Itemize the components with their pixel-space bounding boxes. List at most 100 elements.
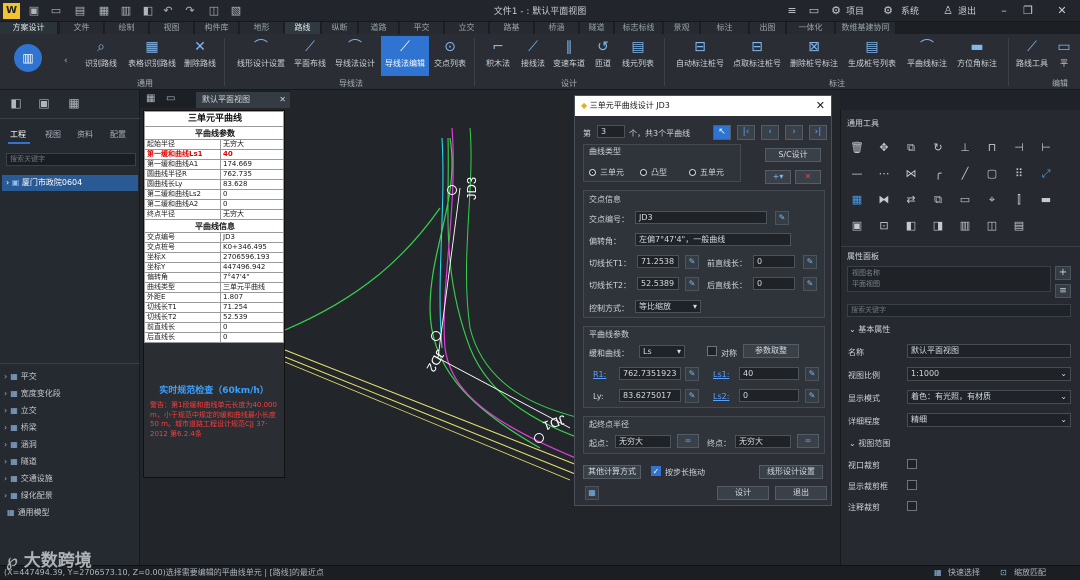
azimuth-label-button[interactable]: ▬ 方位角标注 [952, 36, 1002, 76]
print-icon[interactable]: ▦ [96, 3, 112, 19]
view-selector[interactable]: 视图名称 平面视图 [847, 266, 1051, 292]
prop-display-select[interactable]: 着色：有光照，有材质 ⌄ [907, 390, 1071, 404]
route-tool-button[interactable]: ⟋ 路线工具 [1012, 36, 1052, 76]
user-icon[interactable]: ♙ [940, 3, 956, 19]
delete-station-label-button[interactable]: ⊠ 删除桩号标注 [786, 36, 842, 76]
alignment-settings-button[interactable]: ⌒ 线形设计设置 [232, 36, 290, 76]
prop-scale-select[interactable]: 1:1000 ⌄ [907, 367, 1071, 381]
measure-icon[interactable]: ⫿ [1011, 192, 1027, 208]
panel-toggle-icon[interactable]: ◧ [8, 96, 24, 112]
sc-design-button[interactable]: S/C设计 [765, 148, 821, 162]
project-icon[interactable]: ⚙ [828, 3, 844, 19]
last-curve-button[interactable]: ›| [809, 125, 827, 140]
save-icon[interactable]: ▤ [72, 3, 88, 19]
ls2-label[interactable]: Ls2: [713, 392, 729, 401]
ls1-lock-icon[interactable]: ✎ [805, 367, 819, 381]
identify-route-button[interactable]: ⌕ 识别路线 [78, 36, 124, 76]
tree-item-traffic[interactable]: › ▦ 交通设施 [4, 472, 53, 486]
curve-index-input[interactable]: 3 [597, 125, 625, 138]
speed-lane-button[interactable]: ∥ 变速车道 [550, 36, 588, 76]
post-line-field[interactable]: 0 [753, 277, 795, 290]
open-folder-icon[interactable]: ▭ [48, 3, 64, 19]
connect-method-button[interactable]: ⟋ 接线法 [516, 36, 550, 76]
properties-icon[interactable]: ▤ [1011, 218, 1027, 234]
panel-grid-icon[interactable]: ▣ [36, 96, 52, 112]
start-radius-field[interactable]: 无穷大 [615, 435, 671, 448]
extend-icon[interactable]: ⊢ [1038, 140, 1054, 156]
project-menu[interactable]: 项目 [846, 4, 864, 17]
dialog-close-icon[interactable]: ✕ [816, 96, 825, 116]
tree-item-project[interactable]: › ▣ 厦门市政院0604 [2, 175, 138, 191]
close-icon[interactable]: ✕ [1054, 3, 1070, 19]
plane-layout-button[interactable]: ⟋ 平面布线 [290, 36, 330, 76]
control-mode-select[interactable]: 等比缩放 ▾ [635, 300, 701, 313]
pi-list-button[interactable]: ⊙ 交点列表 [430, 36, 470, 76]
left-tab-data[interactable]: 资料 [77, 129, 93, 140]
stretch-icon[interactable]: ⤢ [1038, 166, 1054, 182]
tree-item-width-change[interactable]: › ▦ 宽度变化段 [4, 387, 61, 401]
tree-item-bridge[interactable]: › ▦ 桥梁 [4, 421, 37, 435]
new-file-icon[interactable]: ▣ [26, 3, 42, 19]
t2-field[interactable]: 52.5389 [637, 277, 679, 290]
logout-button[interactable]: 退出 [958, 4, 976, 17]
ls1-field[interactable]: 40 [739, 367, 799, 380]
r1-label[interactable]: R1: [593, 370, 606, 379]
copy-icon[interactable]: ⧉ [903, 140, 919, 156]
section-icon[interactable]: ◫ [984, 218, 1000, 234]
props-search-input[interactable]: 搜索关键字 [847, 304, 1071, 317]
ls2-field[interactable]: 0 [739, 389, 799, 402]
tab-interchange[interactable]: 立交 [445, 22, 489, 34]
curve-label-button[interactable]: ⌒ 平曲线标注 [902, 36, 952, 76]
zoom-fit-icon[interactable]: ⊡ [1000, 566, 1007, 580]
redo-icon[interactable]: ↷ [182, 3, 198, 19]
symmetric-checkbox[interactable] [707, 346, 717, 356]
next-curve-button[interactable]: › [785, 125, 803, 140]
end-infinity-button[interactable]: ∞ [797, 434, 819, 448]
round-params-button[interactable]: 参数取整 [743, 344, 799, 358]
tab-component-library[interactable]: 构件库 [195, 22, 239, 34]
ribbon-more-button[interactable]: ▭ 平 [1054, 36, 1074, 76]
export-table-icon[interactable]: ▦ [585, 486, 599, 500]
basic-props-header[interactable]: ⌄ 基本属性 [849, 324, 890, 335]
system-icon[interactable]: ⚙ [880, 3, 896, 19]
ly-field[interactable]: 83.6275017 [619, 389, 681, 402]
radio-convex[interactable] [640, 169, 647, 176]
tab-profile[interactable]: 纵断 [322, 22, 358, 34]
fillet-icon[interactable]: ╭ [930, 166, 946, 182]
drag-step-checkbox[interactable]: ✓ [651, 466, 661, 476]
left-tab-config[interactable]: 配置 [110, 129, 126, 140]
left-tab-view[interactable]: 视图 [45, 129, 61, 140]
view-range-header[interactable]: ⌄ 视图范围 [849, 438, 890, 449]
ribbon-scroll-left-icon[interactable]: ‹ [64, 56, 68, 66]
pre-line-lock-icon[interactable]: ✎ [803, 255, 817, 269]
tab-route[interactable]: 路线 [285, 22, 321, 34]
view-icon[interactable]: ▧ [228, 3, 244, 19]
tab-integration[interactable]: 一体化 [787, 22, 835, 34]
tree-item-interchange[interactable]: › ▦ 立交 [4, 404, 37, 418]
delete-route-button[interactable]: ✕ 删除路线 [180, 36, 220, 76]
shape-icon[interactable]: ⊡ [876, 218, 892, 234]
traverse-edit-button[interactable]: ⟋ 导线法编辑 [381, 36, 429, 76]
array-icon[interactable]: ⠿ [1011, 166, 1027, 182]
r1-lock-icon[interactable]: ✎ [685, 367, 699, 381]
hide-icon[interactable]: ◧ [903, 218, 919, 234]
box-icon[interactable]: ▣ [849, 218, 865, 234]
chamfer-icon[interactable]: ╱ [957, 166, 973, 182]
viewport-crop-checkbox[interactable] [907, 459, 917, 469]
ruler-icon[interactable]: ▬ [1038, 192, 1054, 208]
panel-tiles-icon[interactable]: ▦ [66, 96, 82, 112]
exit-button[interactable]: 退出 [775, 486, 827, 500]
display-icon[interactable]: ▭ [806, 3, 822, 19]
tab-terrain[interactable]: 地形 [240, 22, 284, 34]
generate-station-list-button[interactable]: ▤ 生成桩号列表 [844, 36, 900, 76]
trash-icon[interactable]: 🗑 [849, 140, 865, 156]
pick-icon[interactable]: ⌖ [984, 192, 1000, 208]
layers-icon[interactable]: ◫ [206, 3, 222, 19]
tree-item-intersection[interactable]: › ▦ 平交 [4, 370, 37, 384]
pick-station-label-button[interactable]: ⊟ 点取标注桩号 [729, 36, 785, 76]
pre-line-field[interactable]: 0 [753, 255, 795, 268]
alignment-setting-button[interactable]: 线形设计设置 [759, 465, 823, 479]
break-icon[interactable]: — [849, 166, 865, 182]
tab-scheme-design[interactable]: 方案设计 [0, 22, 58, 34]
show-icon[interactable]: ◨ [930, 218, 946, 234]
